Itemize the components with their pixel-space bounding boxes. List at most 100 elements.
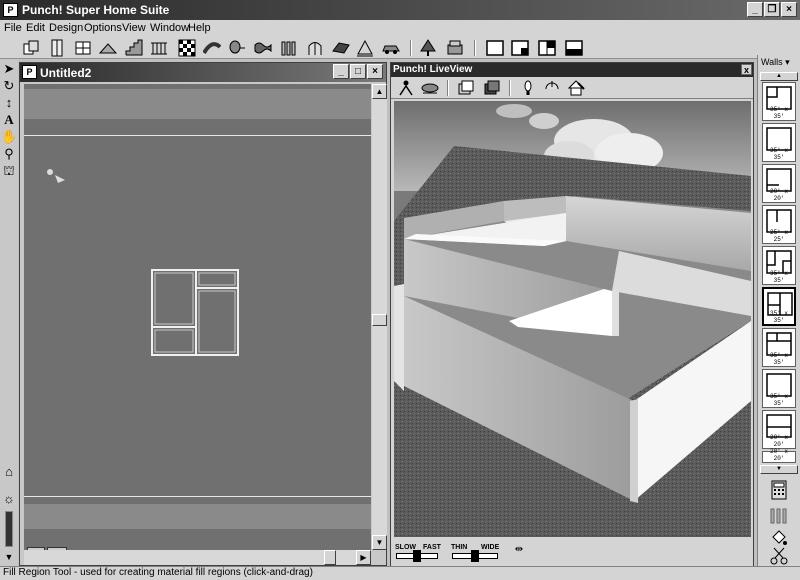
wall-template-8[interactable]: 35' x 35' xyxy=(762,369,796,408)
floor-plan-drawing[interactable] xyxy=(150,268,240,358)
status-text: Fill Region Tool - used for creating mat… xyxy=(3,567,313,578)
view-single-icon[interactable] xyxy=(486,39,504,57)
furniture-icon[interactable] xyxy=(446,39,464,57)
window-icon[interactable] xyxy=(74,39,92,57)
palette-scroll-up-button[interactable]: ▲ xyxy=(760,72,798,81)
menu-window[interactable]: Window xyxy=(150,22,189,34)
dimension-icon[interactable] xyxy=(356,39,374,57)
app-icon[interactable]: P xyxy=(3,3,18,17)
wall-template-7[interactable]: 35' x 35' xyxy=(762,328,796,367)
palette-category-dropdown[interactable]: Walls ▾ xyxy=(761,57,797,70)
menu-design[interactable]: Design xyxy=(49,22,83,34)
restore-button[interactable]: ❐ xyxy=(764,2,780,17)
liveview-close-button[interactable]: x xyxy=(741,64,752,75)
vertical-scroll-thumb[interactable] xyxy=(372,314,387,326)
path-icon[interactable] xyxy=(203,39,221,57)
plant-icon[interactable] xyxy=(228,39,246,57)
floorplan-canvas[interactable]: ▭▭ ⇤⇥ xyxy=(24,84,371,562)
arch-icon[interactable] xyxy=(306,39,324,57)
home-icon[interactable]: ⌂ xyxy=(1,464,17,480)
bottom-band xyxy=(24,504,371,529)
scissors-icon[interactable] xyxy=(769,546,789,566)
scroll-down-button[interactable]: ▼ xyxy=(372,535,387,550)
solid-mode-icon[interactable] xyxy=(483,79,501,97)
lens-slider[interactable] xyxy=(452,550,498,562)
horizontal-scroll-thumb[interactable] xyxy=(324,550,336,565)
menu-view[interactable]: View xyxy=(122,22,146,34)
palette-scroll-down-button[interactable]: ▼ xyxy=(760,465,798,474)
paint-house-icon[interactable] xyxy=(567,79,585,97)
roof-icon[interactable] xyxy=(99,39,117,57)
columns-icon[interactable] xyxy=(769,506,789,526)
wall-template-1[interactable]: 35' x 35' xyxy=(762,82,796,121)
document-icon[interactable]: P xyxy=(22,65,37,79)
scroll-up-button[interactable]: ▲ xyxy=(372,84,387,99)
stair-icon[interactable] xyxy=(125,39,143,57)
menu-edit[interactable]: Edit xyxy=(26,22,45,34)
fly-mode-icon[interactable] xyxy=(421,79,439,97)
menu-file[interactable]: File xyxy=(4,22,22,34)
scroll-right-button[interactable]: ▶ xyxy=(356,550,371,565)
top-band xyxy=(24,89,371,119)
sun-icon[interactable]: ☼ xyxy=(1,491,17,507)
fence-icon[interactable] xyxy=(254,39,272,57)
document-maximize-button[interactable]: □ xyxy=(350,64,366,79)
cursor-marker-icon xyxy=(47,169,65,183)
text-tool-icon[interactable]: A xyxy=(1,112,17,128)
sun-position-icon[interactable] xyxy=(543,79,561,97)
liveview-3d-viewport[interactable] xyxy=(394,101,751,537)
dimension-tool-icon[interactable]: ↕ xyxy=(1,95,17,111)
calculator-icon[interactable] xyxy=(769,480,789,500)
main-toolbar xyxy=(0,37,800,59)
thin-label: THIN xyxy=(451,544,468,551)
wall-template-3[interactable]: 20' x 20' xyxy=(762,164,796,203)
render-mode-icon[interactable] xyxy=(457,79,475,97)
liveview-title-bar: Punch! LiveView x xyxy=(391,63,753,77)
app-title-bar: P Punch! Super Home Suite _ ❐ × xyxy=(0,0,800,20)
wall-template-4[interactable]: 25' x 25' xyxy=(762,205,796,244)
fill-region-icon[interactable]: ⛫ xyxy=(1,163,17,179)
document-horizontal-scrollbar[interactable]: ▶ xyxy=(24,550,371,565)
speed-slider-thumb[interactable] xyxy=(413,550,421,562)
speed-slider[interactable] xyxy=(396,550,438,562)
car-icon[interactable] xyxy=(382,39,400,57)
navigate-arrows-icon[interactable]: ⇹ xyxy=(509,544,529,560)
zoom-icon[interactable]: ⚲ xyxy=(1,146,17,162)
door-icon[interactable] xyxy=(48,39,66,57)
deck-icon[interactable] xyxy=(280,39,298,57)
close-button[interactable]: × xyxy=(781,2,797,17)
pattern-icon[interactable] xyxy=(178,39,196,57)
wall-template-9[interactable]: 20' x 20' xyxy=(762,410,796,449)
menu-options[interactable]: Options xyxy=(84,22,122,34)
wall-template-5[interactable]: 35' x 35' xyxy=(762,246,796,285)
liveview-toolbar xyxy=(391,77,753,99)
menu-help[interactable]: Help xyxy=(188,22,211,34)
lens-slider-thumb[interactable] xyxy=(471,550,479,562)
level-slider[interactable] xyxy=(5,511,13,547)
wall-template-10[interactable]: 20' x 20' xyxy=(762,448,796,463)
menu-bar: File Edit Design Options View Window Hel… xyxy=(0,20,800,37)
wall-template-2[interactable]: 35' x 35' xyxy=(762,123,796,162)
down-arrow-icon[interactable]: ▼ xyxy=(1,549,17,565)
view-split-right-icon[interactable] xyxy=(538,39,556,57)
pan-hand-icon[interactable]: ✋ xyxy=(1,129,17,145)
view-split-bottom-icon[interactable] xyxy=(565,39,583,57)
room-icon[interactable] xyxy=(22,39,40,57)
wall-template-6-selected[interactable]: 35' x 35' xyxy=(762,287,796,326)
rotate-icon[interactable]: ↻ xyxy=(1,78,17,94)
left-tool-strip: ➤ ↻ ↕ A ✋ ⚲ ⛫ ⌂ ☼ ▼ xyxy=(0,59,18,566)
document-title-bar: P Untitled2 _ □ × xyxy=(20,63,386,82)
liveview-speed-controls: SLOW FAST THIN WIDE ⇹ xyxy=(391,538,753,566)
tree-icon[interactable] xyxy=(419,39,437,57)
document-vertical-scrollbar[interactable]: ▲ ▼ xyxy=(372,84,387,550)
document-close-button[interactable]: × xyxy=(367,64,383,79)
select-arrow-icon[interactable]: ➤ xyxy=(1,61,17,77)
railing-icon[interactable] xyxy=(150,39,168,57)
document-minimize-button[interactable]: _ xyxy=(333,64,349,79)
view-split-left-icon[interactable] xyxy=(511,39,529,57)
slab-icon[interactable] xyxy=(332,39,350,57)
light-icon[interactable] xyxy=(519,79,537,97)
3d-scene xyxy=(394,101,751,537)
walk-mode-icon[interactable] xyxy=(397,79,415,97)
minimize-button[interactable]: _ xyxy=(747,2,763,17)
